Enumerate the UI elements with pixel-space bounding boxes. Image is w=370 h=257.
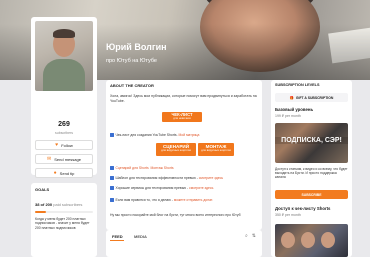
followers-count: 269 bbox=[58, 121, 70, 128]
sort-icon[interactable]: ⇅ bbox=[252, 233, 256, 239]
about-outro: Ну мы просто покорайте мой блог на бусти… bbox=[110, 213, 241, 217]
gift-icon: 🎁 bbox=[289, 95, 294, 100]
send-tip-label: Send tip bbox=[59, 170, 75, 176]
creator-name: Юрий Волгин bbox=[106, 42, 167, 52]
checkbox-icon bbox=[110, 186, 114, 190]
goal-count: 38 of 200 paid subscribers bbox=[35, 202, 83, 207]
follow-button[interactable]: ♥ Follow bbox=[35, 140, 93, 150]
level-1-price: 199 ₽ per month bbox=[275, 114, 301, 118]
goal-progress-fill bbox=[35, 211, 47, 213]
about-line-1: Чек-лист для создания YouTube Shorts. Мо… bbox=[110, 133, 199, 137]
about-line-4: Хорошие сервисы для тестирования превью … bbox=[110, 186, 213, 190]
feed-tools: ⌕ ⇅ bbox=[245, 233, 256, 239]
editing-badge[interactable]: МОНТАЖ для вирусных шортсов bbox=[198, 143, 234, 156]
about-line-5: Если вам нравится то, что я делаю - може… bbox=[110, 198, 213, 202]
active-tab-indicator bbox=[110, 240, 124, 241]
goals-title: GOALS bbox=[35, 187, 50, 192]
about-line-3: Шаблон для тестирования эффективности пр… bbox=[110, 176, 223, 180]
follow-label: Follow bbox=[61, 142, 73, 148]
about-link-4[interactable]: смотрите здесь bbox=[189, 186, 213, 190]
feed-card: FEED MEDIA ⌕ ⇅ bbox=[106, 230, 262, 257]
checkbox-icon bbox=[110, 166, 114, 170]
mail-icon: ✉ bbox=[47, 156, 52, 162]
goals-card: GOALS 38 of 200 paid subscribers Когда у… bbox=[31, 183, 97, 257]
level-2-image bbox=[275, 224, 348, 257]
avatar bbox=[35, 21, 93, 91]
tab-feed[interactable]: FEED bbox=[112, 234, 123, 239]
subscription-card: SUBSCRIPTION LEVELS 🎁 GIFT A SUBSCRIPTIO… bbox=[271, 80, 352, 257]
checkbox-icon bbox=[110, 176, 114, 180]
goal-progress-bar bbox=[35, 211, 93, 213]
search-icon[interactable]: ⌕ bbox=[245, 233, 248, 239]
donate-link[interactable]: можете отправить донат. bbox=[174, 198, 213, 202]
send-message-button[interactable]: ✉ Send message bbox=[35, 154, 93, 164]
about-line-2: Сценарий для Shorts Монтаж Shorts bbox=[110, 166, 174, 170]
profile-card: 269 subscribers ♥ Follow ✉ Send message … bbox=[31, 17, 97, 188]
followers-label: subscribers bbox=[55, 131, 73, 135]
about-card: ABOUT THE CREATOR Хола, амигос! Здесь мо… bbox=[106, 80, 262, 230]
creator-tagline: про Ютуб на Ютубе bbox=[106, 58, 157, 64]
coin-icon: ● bbox=[53, 170, 57, 176]
script-badge[interactable]: СЦЕНАРИЙ для вирусных шортсов bbox=[156, 143, 196, 156]
send-message-label: Send message bbox=[54, 156, 81, 162]
goal-description: Когда у меня будет 200 платных подписчик… bbox=[35, 217, 90, 230]
checkbox-icon bbox=[110, 198, 114, 202]
level-1-image: ПОДПИСКА, СЭР! bbox=[275, 123, 348, 163]
about-link-2[interactable]: Монтаж Shorts bbox=[151, 166, 174, 170]
about-link-1[interactable]: Мой матрица bbox=[179, 133, 200, 137]
level-1-description: Доступ к статьям, к видео и ко всему, чт… bbox=[275, 167, 348, 180]
about-link-3[interactable]: смотрите здесь bbox=[199, 176, 223, 180]
checklist-badge[interactable]: ЧЕК-ЛИСТ для новичков bbox=[162, 112, 202, 122]
send-tip-button[interactable]: ● Send tip bbox=[35, 168, 93, 178]
about-intro: Хола, амигос! Здесь мои публикации, кото… bbox=[110, 94, 257, 103]
subscribe-button[interactable]: SUBSCRIBE bbox=[275, 190, 348, 199]
tab-media[interactable]: MEDIA bbox=[134, 234, 147, 239]
about-title: ABOUT THE CREATOR bbox=[110, 83, 154, 88]
gift-subscription-button[interactable]: 🎁 GIFT A SUBSCRIPTION bbox=[275, 93, 348, 102]
level-2-price: 350 ₽ per month bbox=[275, 213, 301, 217]
checkbox-icon bbox=[110, 133, 114, 137]
subscription-title: SUBSCRIPTION LEVELS bbox=[275, 83, 320, 87]
level-2-title: Доступ к чек-листу Shorts bbox=[275, 206, 331, 211]
level-1-title: Базовый уровень bbox=[275, 107, 314, 112]
heart-icon: ♥ bbox=[55, 142, 59, 148]
